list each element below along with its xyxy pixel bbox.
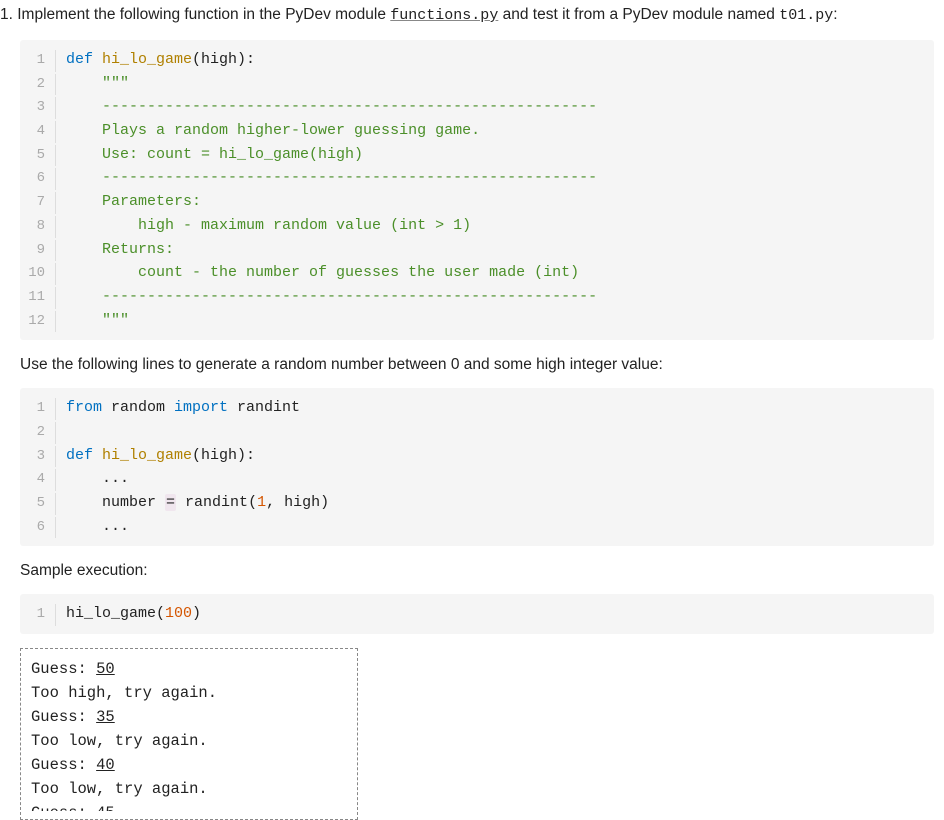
docstring-line: Parameters: (102, 193, 201, 210)
code-block-randint: 1 from random import randint 2 3 def hi_lo… (20, 388, 934, 546)
prompt-guess: Guess: (31, 660, 96, 678)
keyword-def: def (66, 51, 93, 68)
line-number: 9 (20, 240, 56, 262)
label-sample-execution: Sample execution: (0, 560, 934, 590)
prompt-guess: Guess: (31, 708, 96, 726)
line-number: 3 (20, 446, 56, 468)
line-number: 6 (20, 517, 56, 539)
paren-open: ( (156, 605, 165, 622)
line-number: 11 (20, 287, 56, 309)
docstring-close: """ (102, 312, 129, 329)
paren-close: ) (192, 605, 201, 622)
code-block-call: 1 hi_lo_game(100) (20, 594, 934, 634)
instruction-mid: and test it from a PyDev module named (498, 6, 779, 23)
paren-open: ( (248, 494, 257, 511)
output-line: Too low, try again. (31, 729, 347, 753)
docstring-line: Returns: (102, 241, 174, 258)
docstring-open: """ (102, 75, 129, 92)
docstring-rule: ----------------------------------------… (102, 288, 597, 305)
docstring-line: count - the number of guesses the user m… (102, 264, 579, 281)
line-number: 4 (20, 469, 56, 491)
docstring-rule: ----------------------------------------… (102, 169, 597, 186)
literal-hundred: 100 (165, 605, 192, 622)
output-line: Guess: 45 (31, 801, 347, 811)
line-number: 1 (20, 398, 56, 420)
instruction-prefix: 1. Implement the following function in t… (0, 6, 390, 23)
signature: (high): (192, 51, 255, 68)
prompt-guess: Guess: (31, 804, 96, 811)
call-randint: randint (176, 494, 248, 511)
line-number: 4 (20, 121, 56, 143)
output-line: Guess: 50 (31, 657, 347, 681)
function-name: hi_lo_game (102, 447, 192, 464)
docstring-line: Use: count = hi_lo_game(high) (102, 146, 363, 163)
output-line: Too low, try again. (31, 777, 347, 801)
import-randint: randint (228, 399, 300, 416)
keyword-import: import (174, 399, 228, 416)
user-input: 45 (96, 804, 115, 811)
paren-close: ) (320, 494, 329, 511)
module-random: random (102, 399, 174, 416)
user-input: 40 (96, 756, 115, 774)
code-block-docstring: 1 def hi_lo_game(high): 2 """ 3 ---------… (20, 40, 934, 340)
ellipsis: ... (102, 518, 129, 535)
docstring-rule: ----------------------------------------… (102, 98, 597, 115)
sample-output-box: Guess: 50 Too high, try again. Guess: 35… (20, 648, 358, 820)
line-number: 10 (20, 263, 56, 285)
line-number: 1 (20, 50, 56, 72)
question-instruction: 1. Implement the following function in t… (0, 0, 934, 36)
arg-high: , high (266, 494, 320, 511)
call-fn: hi_lo_game (66, 605, 156, 622)
line-number: 6 (20, 168, 56, 190)
line-number: 2 (20, 74, 56, 96)
docstring-line: Plays a random higher-lower guessing gam… (102, 122, 480, 139)
user-input: 50 (96, 660, 115, 678)
literal-one: 1 (257, 494, 266, 511)
line-number: 12 (20, 311, 56, 333)
function-name: hi_lo_game (102, 51, 192, 68)
signature: (high): (192, 447, 255, 464)
docstring-line: high - maximum random value (int > 1) (102, 217, 471, 234)
line-number: 2 (20, 422, 56, 444)
ellipsis: ... (102, 470, 129, 487)
prompt-guess: Guess: (31, 756, 96, 774)
instruction-suffix: : (833, 6, 837, 23)
instruction-randint: Use the following lines to generate a ra… (0, 354, 934, 384)
keyword-def: def (66, 447, 93, 464)
line-number: 3 (20, 97, 56, 119)
line-number: 8 (20, 216, 56, 238)
line-number: 1 (20, 604, 56, 626)
line-number: 5 (20, 145, 56, 167)
output-line: Guess: 35 (31, 705, 347, 729)
user-input: 35 (96, 708, 115, 726)
keyword-from: from (66, 399, 102, 416)
line-number: 7 (20, 192, 56, 214)
var-number: number (102, 494, 165, 511)
line-number: 5 (20, 493, 56, 515)
filename-t01: t01.py (779, 7, 833, 24)
filename-functions: functions.py (390, 7, 498, 24)
output-line: Too high, try again. (31, 681, 347, 705)
operator-assign: = (165, 494, 176, 511)
output-line: Guess: 40 (31, 753, 347, 777)
